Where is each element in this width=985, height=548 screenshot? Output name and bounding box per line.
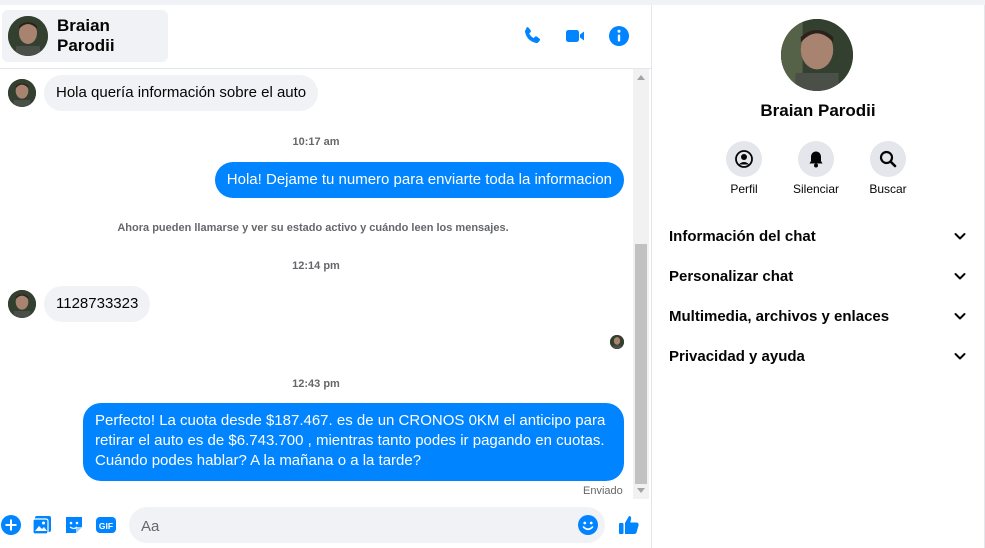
section-media-files-links[interactable]: Multimedia, archivos y enlaces	[669, 296, 967, 336]
message-timestamp: 10:17 am	[292, 136, 340, 148]
section-label: Personalizar chat	[669, 267, 794, 285]
sticker-icon[interactable]	[63, 514, 85, 536]
gif-icon[interactable]: GIF	[95, 514, 117, 536]
section-label: Multimedia, archivos y enlaces	[669, 307, 890, 325]
profile-label: Perfil	[730, 182, 758, 196]
info-icon[interactable]	[607, 24, 631, 48]
mute-button[interactable]: Silenciar	[776, 141, 856, 196]
profile-button[interactable]: Perfil	[704, 141, 784, 196]
section-customize-chat[interactable]: Personalizar chat	[669, 256, 967, 296]
search-label: Buscar	[869, 182, 907, 196]
avatar	[8, 79, 36, 107]
message-timestamp: 12:14 pm	[292, 260, 340, 272]
section-label: Información del chat	[669, 227, 816, 245]
search-button[interactable]: Buscar	[848, 141, 928, 196]
message-list[interactable]: Hola quería información sobre el auto 10…	[0, 69, 632, 499]
gif-label: GIF	[99, 521, 113, 531]
scroll-up-arrow[interactable]	[637, 75, 645, 80]
video-camera-icon[interactable]	[563, 24, 587, 48]
emoji-icon[interactable]	[577, 514, 599, 536]
scrollbar[interactable]	[633, 69, 649, 499]
composer: GIF	[0, 504, 651, 548]
scroll-thumb[interactable]	[635, 244, 647, 484]
bell-icon	[798, 141, 834, 177]
chevron-down-icon	[954, 233, 966, 240]
plus-icon[interactable]	[0, 514, 22, 536]
message-input-wrapper	[129, 507, 605, 545]
section-label: Privacidad y ayuda	[669, 347, 805, 365]
search-icon	[870, 141, 906, 177]
system-notice: Ahora pueden llamarse y ver su estado ac…	[117, 222, 509, 234]
contact-header-button[interactable]: Braian Parodii	[2, 10, 168, 62]
chat-pane: Braian Parodii Hola quería información s…	[0, 5, 651, 548]
image-icon[interactable]	[31, 514, 53, 536]
section-chat-info[interactable]: Información del chat	[669, 216, 967, 256]
message-row: 1128733323	[8, 286, 151, 322]
mute-label: Silenciar	[792, 182, 840, 196]
chevron-down-icon	[954, 353, 966, 360]
message-row: Hola quería información sobre el auto	[8, 75, 319, 111]
phone-icon[interactable]	[520, 24, 544, 48]
message-input[interactable]	[139, 507, 563, 545]
outgoing-message[interactable]: Hola! Dejame tu numero para enviarte tod…	[214, 162, 624, 198]
incoming-message[interactable]: 1128733323	[44, 286, 151, 322]
section-privacy-help[interactable]: Privacidad y ayuda	[669, 336, 967, 376]
profile-name: Braian Parodii	[760, 101, 876, 120]
incoming-message[interactable]: Hola quería información sobre el auto	[44, 75, 319, 111]
chevron-down-icon	[954, 273, 966, 280]
chat-details-panel: Braian Parodii Perfil Silenciar Buscar I…	[651, 5, 985, 548]
scroll-down-arrow[interactable]	[637, 488, 645, 493]
profile-icon	[726, 141, 762, 177]
profile-avatar	[781, 19, 853, 91]
avatar	[8, 16, 48, 56]
contact-name: Braian Parodii	[57, 16, 115, 55]
chevron-down-icon	[954, 313, 966, 320]
seen-avatar	[610, 335, 624, 349]
message-timestamp: 12:43 pm	[292, 378, 340, 390]
outgoing-message[interactable]: Perfecto! La cuota desde $187.467. es de…	[83, 403, 624, 481]
avatar	[8, 290, 36, 318]
chat-header: Braian Parodii	[0, 5, 651, 69]
sent-status: Enviado	[583, 485, 623, 497]
thumbs-up-icon[interactable]	[617, 513, 641, 537]
